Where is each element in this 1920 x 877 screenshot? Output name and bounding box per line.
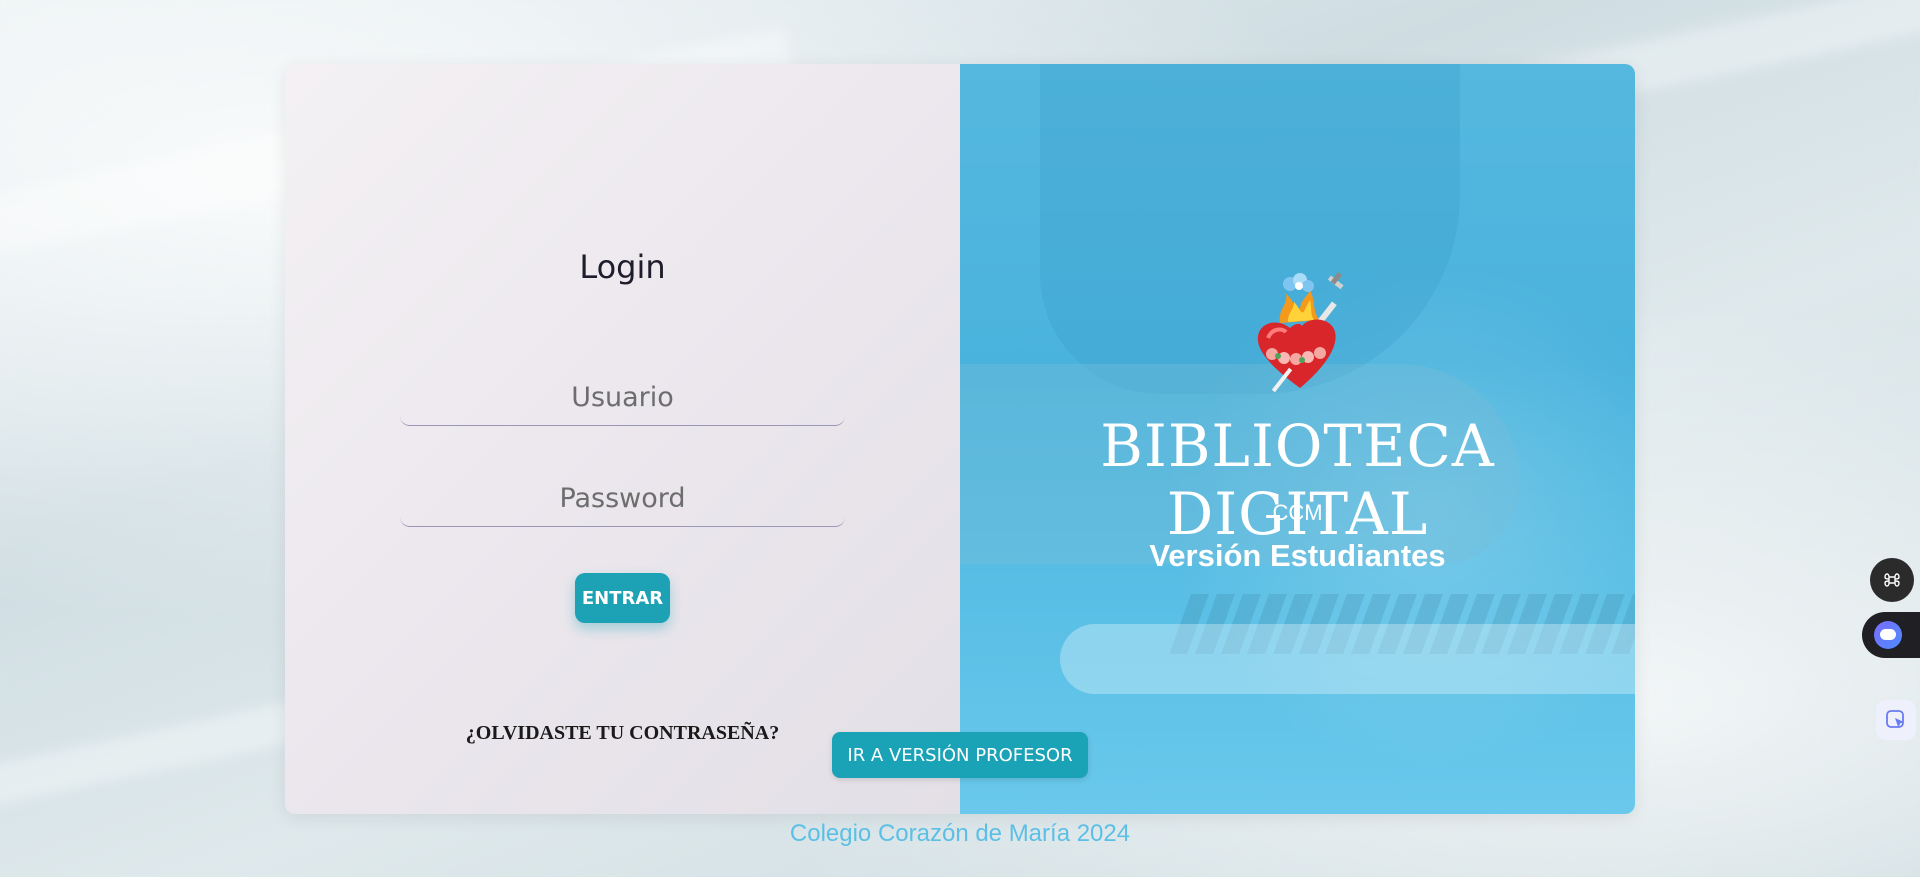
username-input[interactable] [400,370,845,426]
command-icon [1884,573,1900,587]
enter-button[interactable]: ENTRAR [575,573,670,623]
hero-version-label: Versión Estudiantes [1149,538,1446,573]
command-button[interactable] [1870,558,1914,602]
hero-title: BIBLIOTECA DIGITAL [1100,412,1495,548]
sacred-heart-icon [1257,272,1344,393]
login-panel: Login ENTRAR ¿OLVIDASTE TU CONTRASEÑA? [285,64,960,814]
hero-subtitle: CCM [1272,500,1323,525]
assistant-icon [1874,621,1902,649]
background-photo-laptop [1060,624,1635,694]
password-input[interactable] [400,471,845,527]
cursor-icon [1886,710,1904,728]
cursor-tool-button[interactable] [1876,700,1916,740]
assistant-button[interactable] [1862,612,1920,658]
login-title: Login [579,248,666,286]
switch-to-teacher-button[interactable]: IR A VERSIÓN PROFESOR [832,732,1088,778]
footer-text: Colegio Corazón de María 2024 [0,820,1920,848]
login-card: Login ENTRAR ¿OLVIDASTE TU CONTRASEÑA? [285,64,1635,814]
footer-label: Colegio Corazón de María 2024 [789,820,1131,847]
hero-panel: BIBLIOTECA DIGITAL CCM Versión Estudiant… [960,64,1635,814]
